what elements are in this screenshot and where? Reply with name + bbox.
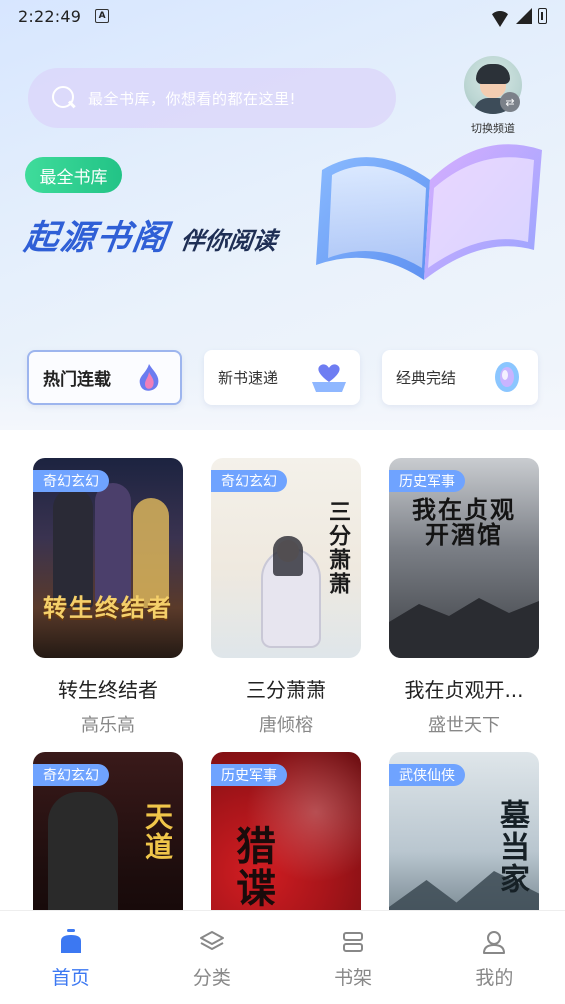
- flame-icon: [139, 364, 159, 391]
- search-bar[interactable]: 最全书库，你想看的都在这里!: [28, 68, 396, 128]
- tab-label: 首页: [51, 967, 90, 989]
- open-book-illustration: [316, 144, 542, 280]
- signal-icon: [516, 8, 532, 24]
- wifi-icon: [490, 11, 510, 27]
- tab-label: 我的: [475, 967, 514, 989]
- genre-tag: 历史军事: [211, 764, 287, 786]
- book-title: 三分萧萧: [246, 678, 326, 702]
- user-icon: [483, 931, 506, 954]
- book-card[interactable]: 三分萧萧 奇幻玄幻 三分萧萧 唐倾榕: [211, 458, 361, 737]
- cover-title: 转生终结者: [43, 594, 173, 622]
- bottom-tab-bar: 首页 分类 书架 我的: [0, 910, 565, 1004]
- battery-icon: [538, 8, 547, 24]
- category-hot-serial-button[interactable]: 热门连载: [27, 350, 182, 405]
- status-bar: 2:22:49 A: [0, 0, 565, 32]
- banner-tag: 最全书库: [25, 157, 122, 193]
- category-new-books-button[interactable]: 新书速递: [204, 350, 360, 405]
- heart-icon: [312, 364, 346, 392]
- cover-title: 墓当家: [494, 799, 529, 895]
- layers-icon: [199, 931, 224, 950]
- genre-tag: 奇幻玄幻: [33, 764, 109, 786]
- book-title: 我在贞观开...: [404, 678, 524, 702]
- a-notification-icon: A: [95, 9, 110, 23]
- genre-tag: 奇幻玄幻: [211, 470, 287, 492]
- category-label: 经典完结: [396, 369, 457, 387]
- tab-mine[interactable]: 我的: [424, 911, 565, 1004]
- tab-label: 分类: [192, 967, 231, 989]
- bookshelf-icon: [343, 932, 364, 952]
- search-placeholder: 最全书库，你想看的都在这里!: [88, 89, 297, 108]
- category-label: 热门连载: [43, 370, 111, 390]
- cover-title: 天道: [141, 802, 174, 862]
- book-cover: 我在贞观开酒馆 历史军事: [389, 458, 539, 658]
- book-title: 转生终结者: [58, 678, 158, 702]
- book-card[interactable]: 转生终结者 奇幻玄幻 转生终结者 高乐高: [33, 458, 183, 737]
- book-author: 盛世天下: [428, 715, 500, 736]
- tab-label: 书架: [334, 967, 373, 989]
- banner-brand: 起源书阁 伴你阅读: [21, 210, 279, 259]
- category-label: 新书速递: [218, 369, 279, 387]
- book-card[interactable]: 我在贞观开酒馆 历史军事 我在贞观开... 盛世天下: [389, 458, 539, 737]
- swap-icon: ⇄: [500, 92, 520, 112]
- tab-home[interactable]: 首页: [0, 911, 141, 1004]
- cover-title: 三分萧萧: [325, 500, 350, 596]
- genre-tag: 奇幻玄幻: [33, 470, 109, 492]
- brand-slogan: 伴你阅读: [178, 227, 279, 255]
- category-classic-finished-button[interactable]: 经典完结: [382, 350, 538, 405]
- home-icon: [60, 929, 81, 953]
- status-time: 2:22:49: [18, 6, 82, 26]
- book-cover: 三分萧萧 奇幻玄幻: [211, 458, 361, 658]
- search-icon: [52, 86, 76, 110]
- brand-name: 起源书阁: [21, 218, 172, 258]
- genre-tag: 历史军事: [389, 470, 465, 492]
- tab-bookshelf[interactable]: 书架: [283, 911, 424, 1004]
- cover-title: 我在贞观开酒馆: [412, 496, 516, 550]
- genre-tag: 武侠仙侠: [389, 764, 465, 786]
- book-cover: 转生终结者 奇幻玄幻: [33, 458, 183, 658]
- book-author: 唐倾榕: [259, 715, 313, 736]
- book-author: 高乐高: [81, 715, 135, 736]
- ring-icon: [495, 362, 519, 392]
- tab-category[interactable]: 分类: [141, 911, 282, 1004]
